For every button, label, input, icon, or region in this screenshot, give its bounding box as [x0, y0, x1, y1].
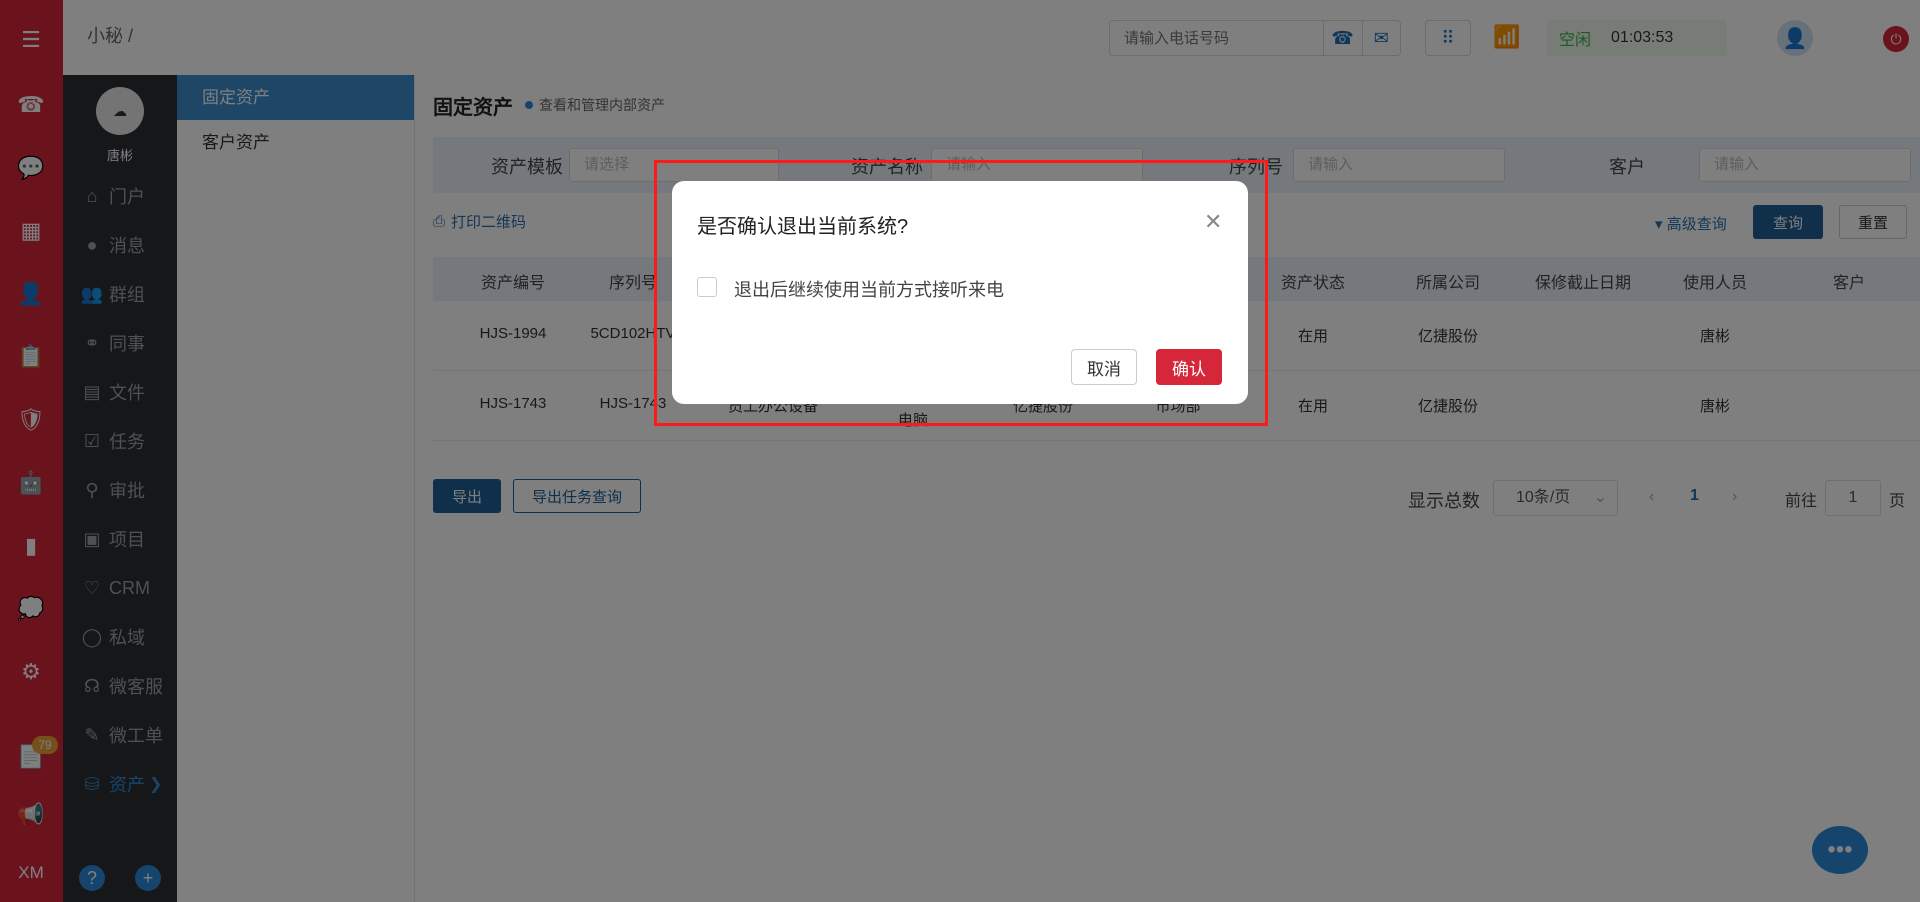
modal-overlay[interactable] [0, 0, 1920, 902]
highlight-box [654, 160, 1268, 426]
